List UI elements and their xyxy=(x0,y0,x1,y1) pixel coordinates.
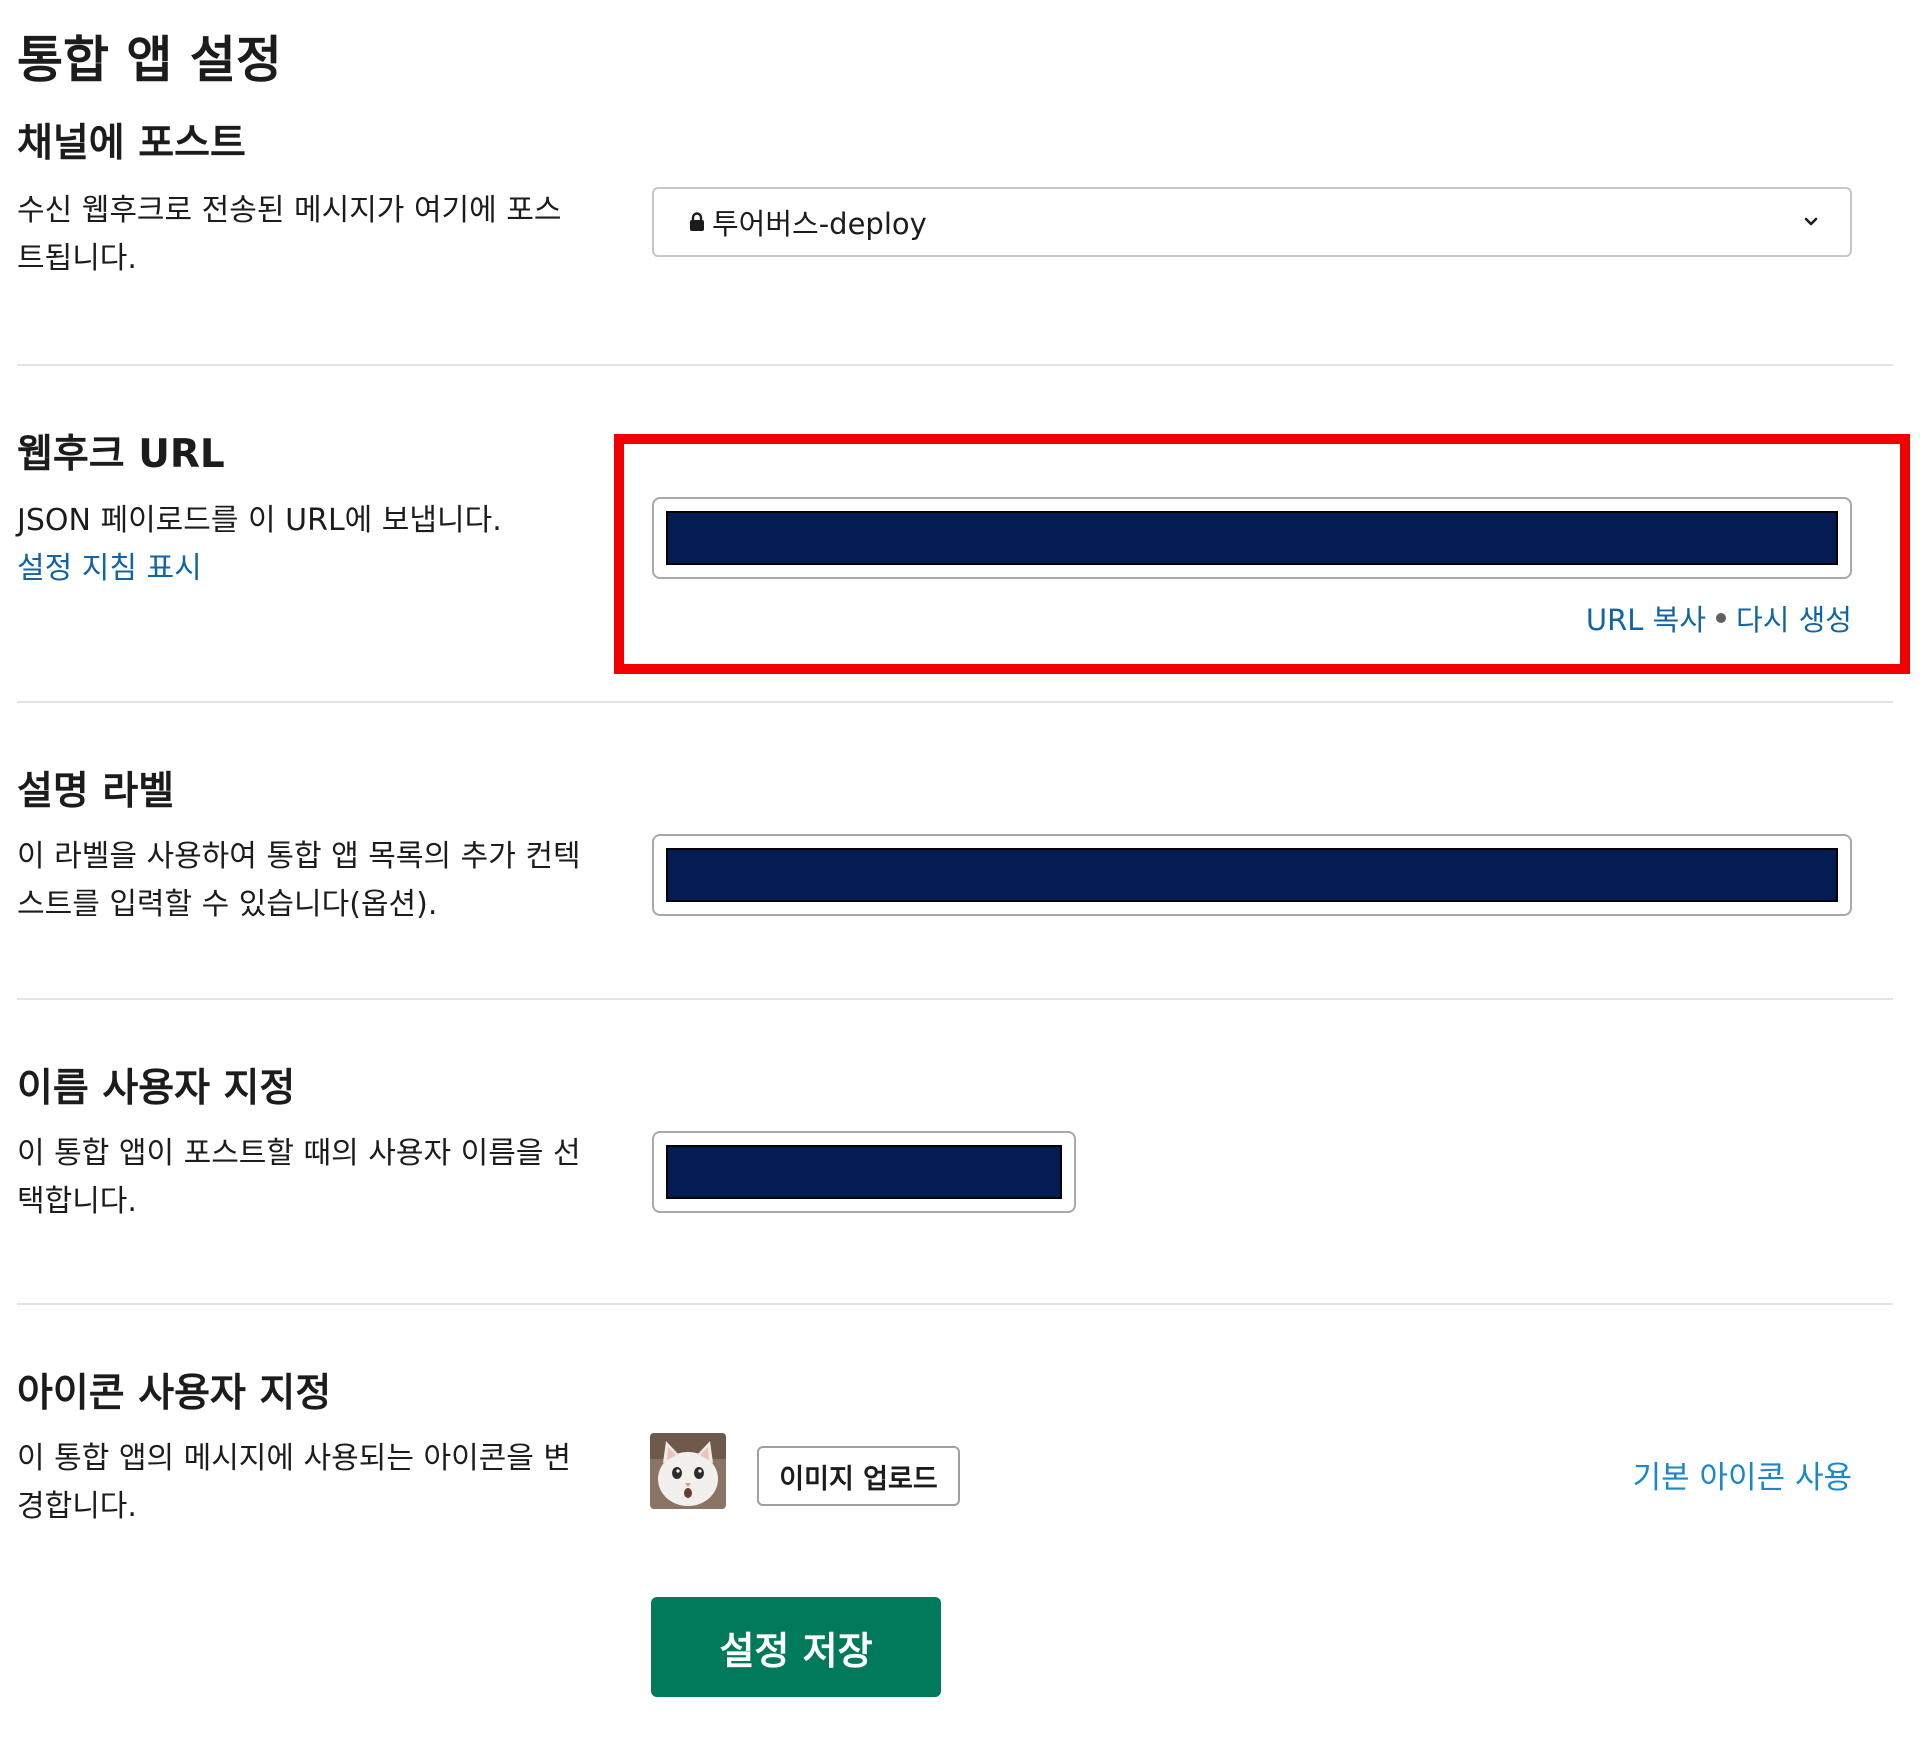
webhook-url-title: 웹후크 URL xyxy=(17,432,225,477)
upload-image-button[interactable]: 이미지 업로드 xyxy=(757,1446,960,1506)
save-settings-button[interactable]: 설정 저장 xyxy=(651,1597,941,1697)
redacted-descriptive-label xyxy=(666,848,1838,902)
channel-select-value: 투어버스-deploy xyxy=(712,207,927,241)
webhook-url-description: JSON 페이로드를 이 URL에 보냅니다. 설정 지침 표시 xyxy=(17,497,587,593)
avatar xyxy=(650,1433,726,1509)
highlight-box xyxy=(614,434,1910,674)
customize-icon-description: 이 통합 앱의 메시지에 사용되는 아이콘을 변경합니다. xyxy=(17,1441,572,1524)
use-default-icon-link[interactable]: 기본 아이콘 사용 xyxy=(1633,1452,1852,1497)
redacted-customize-name xyxy=(666,1145,1062,1199)
section-divider xyxy=(17,701,1893,703)
chevron-down-icon xyxy=(1804,217,1818,226)
customize-icon-title: 아이콘 사용자 지정 xyxy=(17,1371,332,1416)
channel-select[interactable]: 투어버스-deploy xyxy=(652,187,1852,257)
section-divider xyxy=(17,364,1893,366)
descriptive-label-title: 설명 라벨 xyxy=(17,769,175,814)
webhook-url-description-text: JSON 페이로드를 이 URL에 보냅니다. xyxy=(17,503,502,538)
page-title: 통합 앱 설정 xyxy=(17,31,282,89)
customize-name-description: 이 통합 앱이 포스트할 때의 사용자 이름을 선택합니다. xyxy=(17,1136,581,1219)
customize-name-title: 이름 사용자 지정 xyxy=(17,1066,296,1111)
setup-instructions-link[interactable]: 설정 지침 표시 xyxy=(17,551,202,586)
section-divider xyxy=(17,998,1893,1000)
section-divider xyxy=(17,1303,1893,1305)
post-to-channel-title: 채널에 포스트 xyxy=(17,121,246,166)
post-to-channel-description: 수신 웹후크로 전송된 메시지가 여기에 포스트됩니다. xyxy=(17,193,562,276)
cat-avatar-icon xyxy=(650,1433,726,1509)
customize-name-field[interactable] xyxy=(652,1131,1076,1213)
lock-icon xyxy=(690,212,704,231)
descriptive-label-field[interactable] xyxy=(652,834,1852,916)
descriptive-label-description: 이 라벨을 사용하여 통합 앱 목록의 추가 컨텍스트를 입력할 수 있습니다(… xyxy=(17,839,581,922)
